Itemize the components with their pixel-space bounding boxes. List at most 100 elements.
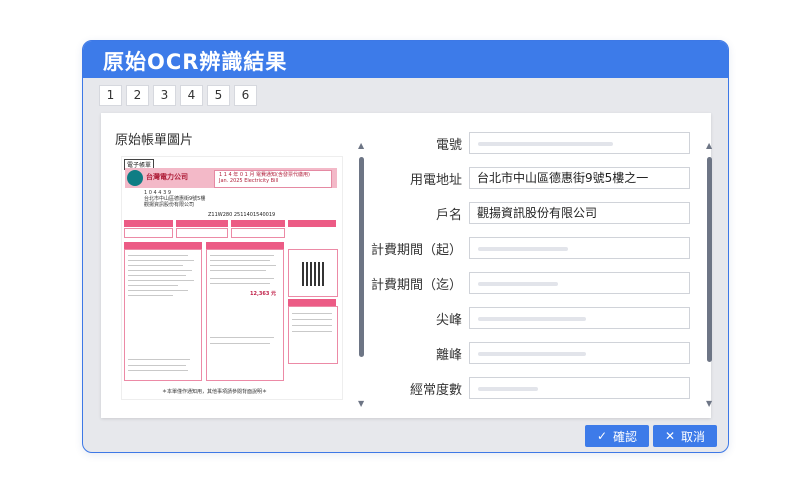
unrecognized-placeholder bbox=[478, 247, 568, 251]
pagination: 1 2 3 4 5 6 bbox=[99, 85, 257, 106]
close-icon: ✕ bbox=[664, 429, 676, 443]
bill-section-header bbox=[288, 220, 336, 227]
bill-account: Z11W280 2511401540019 bbox=[208, 212, 276, 218]
bill-text-line bbox=[210, 343, 270, 344]
preview-title: 原始帳單圖片 bbox=[115, 133, 194, 148]
bill-section-header bbox=[231, 220, 285, 227]
field-label: 戶名 bbox=[435, 208, 462, 223]
form-scroll-up-icon[interactable]: ▲ bbox=[706, 141, 712, 150]
bill-text-line bbox=[292, 331, 332, 332]
bill-charge-box bbox=[206, 249, 284, 381]
dialog-title: 原始OCR辨識結果 bbox=[103, 50, 288, 74]
bill-text-line bbox=[210, 270, 266, 271]
form-row-address: 用電地址 台北市中山區德惠街9號5樓之一 bbox=[371, 167, 691, 189]
bill-text-line bbox=[128, 359, 190, 360]
field-label: 經常度數 bbox=[409, 383, 462, 398]
bill-text-line bbox=[210, 283, 270, 284]
period-start-input[interactable] bbox=[469, 237, 690, 259]
bill-header-text: 1 1 4 年 0 1 月 電費通知(含發票代繳用) Jan. 2025 Ele… bbox=[219, 172, 310, 184]
bill-text-line bbox=[128, 255, 188, 256]
bill-section-header bbox=[176, 220, 228, 227]
bill-footer-note: ＊本單僅作通知用，其他事項請參閱背面說明＊ bbox=[162, 389, 268, 395]
bill-box bbox=[231, 228, 285, 238]
field-label: 計費期間（迄） bbox=[370, 278, 462, 293]
bill-section-header bbox=[206, 242, 284, 249]
bill-box bbox=[176, 228, 228, 238]
unrecognized-placeholder bbox=[478, 317, 586, 321]
bill-section-header bbox=[124, 220, 173, 227]
bill-text-line bbox=[128, 285, 178, 286]
off-peak-input[interactable] bbox=[469, 342, 690, 364]
field-label: 計費期間（起） bbox=[370, 243, 462, 258]
page-button-4[interactable]: 4 bbox=[180, 85, 203, 106]
form-row-account-name: 戶名 觀揚資訊股份有限公司 bbox=[371, 202, 691, 224]
taipower-logo-icon bbox=[127, 170, 143, 186]
bill-meter-box bbox=[288, 306, 338, 364]
bill-usage-box bbox=[124, 249, 202, 381]
bill-text-line bbox=[128, 265, 183, 266]
page-button-5[interactable]: 5 bbox=[207, 85, 230, 106]
preview-scroll-up-icon[interactable]: ▲ bbox=[358, 141, 364, 150]
bill-text-line bbox=[128, 275, 186, 276]
bill-section-header bbox=[288, 299, 336, 306]
content-panel: 原始帳單圖片 電子帳單 台灣電力公司 1 1 4 年 0 1 月 電費通知(含發… bbox=[101, 113, 712, 418]
confirm-button[interactable]: ✓ 確認 bbox=[585, 425, 649, 447]
form-row-account-number: 電號 bbox=[371, 132, 691, 154]
cancel-label: 取消 bbox=[681, 429, 706, 444]
field-label: 用電地址 bbox=[409, 173, 462, 188]
field-label: 電號 bbox=[435, 138, 462, 153]
bill-text-line bbox=[210, 255, 274, 256]
unrecognized-placeholder bbox=[478, 352, 586, 356]
bill-address: 1 0 4 4 3 9 台北市中山區德惠街9號5樓 觀揚資訊股份有限公司 bbox=[144, 190, 205, 208]
check-icon: ✓ bbox=[596, 429, 608, 443]
bill-address-line: 觀揚資訊股份有限公司 bbox=[144, 202, 195, 208]
bill-text-line bbox=[210, 337, 274, 338]
ocr-result-dialog: 原始OCR辨識結果 1 2 3 4 5 6 原始帳單圖片 電子帳單 台灣電力公司… bbox=[82, 40, 729, 453]
bill-text-line bbox=[128, 295, 173, 296]
address-input[interactable]: 台北市中山區德惠街9號5樓之一 bbox=[469, 167, 690, 189]
account-number-input[interactable] bbox=[469, 132, 690, 154]
preview-scrollbar[interactable] bbox=[359, 157, 364, 357]
form-row-period-end: 計費期間（迄） bbox=[371, 272, 691, 294]
bill-text-line bbox=[128, 290, 188, 291]
account-name-input[interactable]: 觀揚資訊股份有限公司 bbox=[469, 202, 690, 224]
bill-text-line bbox=[292, 319, 332, 320]
bill-text-line bbox=[128, 260, 194, 261]
peak-input[interactable] bbox=[469, 307, 690, 329]
bill-text-line bbox=[128, 365, 186, 366]
page-button-2[interactable]: 2 bbox=[126, 85, 149, 106]
bill-text-line bbox=[292, 325, 332, 326]
qr-code-icon bbox=[302, 262, 326, 286]
form-row-peak: 尖峰 bbox=[371, 307, 691, 329]
field-label: 尖峰 bbox=[435, 313, 462, 328]
regular-kwh-input[interactable] bbox=[469, 377, 690, 399]
unrecognized-placeholder bbox=[478, 387, 538, 391]
bill-text-line bbox=[210, 278, 274, 279]
unrecognized-placeholder bbox=[478, 142, 613, 146]
bill-text-line bbox=[128, 270, 192, 271]
form-row-regular-kwh: 經常度數 bbox=[371, 377, 691, 399]
bill-text-line bbox=[210, 260, 270, 261]
bill-image: 電子帳單 台灣電力公司 1 1 4 年 0 1 月 電費通知(含發票代繳用) J… bbox=[121, 156, 343, 400]
bill-company: 台灣電力公司 bbox=[146, 173, 188, 181]
bill-total: 12,363 元 bbox=[250, 291, 277, 297]
page-button-3[interactable]: 3 bbox=[153, 85, 176, 106]
dialog-titlebar: 原始OCR辨識結果 bbox=[83, 41, 728, 78]
preview-scroll-down-icon[interactable]: ▼ bbox=[358, 399, 364, 408]
bill-text-line bbox=[292, 313, 332, 314]
form-scroll-down-icon[interactable]: ▼ bbox=[706, 399, 712, 408]
form-row-period-start: 計費期間（起） bbox=[371, 237, 691, 259]
bill-box bbox=[124, 228, 173, 238]
bill-text-line bbox=[128, 280, 194, 281]
field-label: 離峰 bbox=[435, 348, 462, 363]
period-end-input[interactable] bbox=[469, 272, 690, 294]
form-row-off-peak: 離峰 bbox=[371, 342, 691, 364]
bill-header-line2: Jan. 2025 Electricity Bill bbox=[219, 178, 279, 184]
page-button-6[interactable]: 6 bbox=[234, 85, 257, 106]
form-scrollbar[interactable] bbox=[707, 157, 712, 362]
bill-section-header bbox=[124, 242, 202, 249]
bill-text-line bbox=[210, 265, 276, 266]
page-button-1[interactable]: 1 bbox=[99, 85, 122, 106]
unrecognized-placeholder bbox=[478, 282, 558, 286]
cancel-button[interactable]: ✕ 取消 bbox=[653, 425, 717, 447]
